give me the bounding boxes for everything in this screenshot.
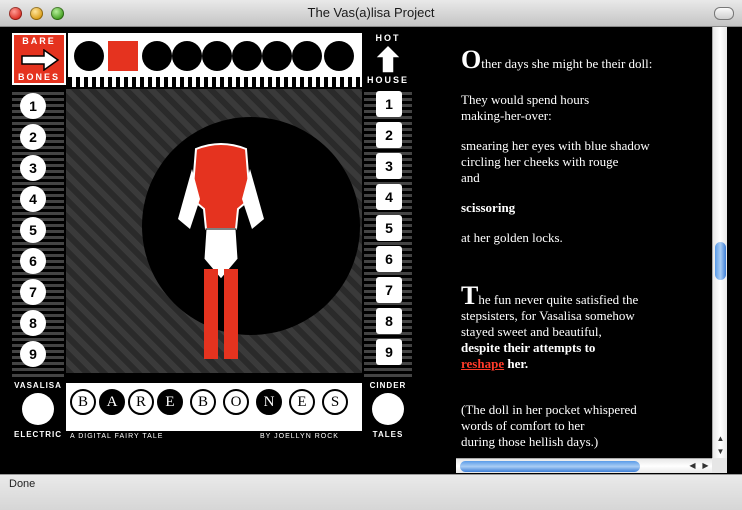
page-r3-button[interactable]: 3 (376, 153, 402, 179)
scroll-right-arrow-icon[interactable]: ▶ (699, 459, 712, 473)
horizontal-scrollbar[interactable]: ◀ ▶ (456, 458, 712, 473)
toolbar-toggle-button[interactable] (714, 7, 734, 20)
banner-letter-8: E (289, 389, 315, 415)
chapter-icon-6[interactable] (232, 41, 262, 71)
story-line-14: (The doll in her pocket whispered (461, 402, 637, 417)
story-panel: BARE BONES HOT HOUSE 1 2 3 4 5 6 7 8 9 1… (8, 29, 412, 459)
page-8-button[interactable]: 8 (20, 310, 46, 336)
chapter-icon-9[interactable] (324, 41, 354, 71)
tales-label: TALES (372, 430, 404, 439)
page-r4-button[interactable]: 4 (376, 184, 402, 210)
banner-letter-9: S (322, 389, 348, 415)
banner-letter-6: O (223, 389, 249, 415)
electric-label: ELECTRIC (14, 430, 62, 439)
right-arrow-icon (21, 49, 60, 71)
illustration (66, 89, 362, 373)
cinder-label: CINDER (369, 381, 407, 390)
bare-label: BARE (22, 36, 56, 46)
dropcap-t: T (461, 281, 479, 310)
story-line-13: her. (504, 356, 529, 371)
scroll-left-arrow-icon[interactable]: ◀ (686, 459, 699, 473)
story-line-6: and (461, 170, 480, 185)
story-line-16: during those hellish days.) (461, 434, 599, 449)
chapter-icon-1[interactable] (74, 41, 104, 71)
story-line-1: ther days she might be their doll: (481, 56, 653, 71)
ve-monogram-icon (22, 393, 54, 425)
page-5-button[interactable]: 5 (20, 217, 46, 243)
banner-letter-1: B (70, 389, 96, 415)
page-r8-button[interactable]: 8 (376, 308, 402, 334)
left-number-column: 1 2 3 4 5 6 7 8 9 (12, 89, 64, 379)
chapter-icon-5[interactable] (202, 41, 232, 71)
story-line-3: making-her-over: (461, 108, 552, 123)
bones-label: BONES (17, 72, 60, 82)
chapter-icon-strip (68, 33, 362, 87)
page-9-button[interactable]: 9 (20, 341, 46, 367)
page-3-button[interactable]: 3 (20, 155, 46, 181)
story-line-15: words of comfort to her (461, 418, 585, 433)
page-2-button[interactable]: 2 (20, 124, 46, 150)
horizontal-scroll-thumb[interactable] (460, 461, 640, 472)
up-arrow-icon (374, 44, 402, 74)
page-r7-button[interactable]: 7 (376, 277, 402, 303)
story-line-4: smearing her eyes with blue shadow (461, 138, 650, 153)
hot-label: HOT (375, 33, 401, 43)
status-bar: Done (0, 474, 742, 510)
hot-house-nav[interactable]: HOT HOUSE (364, 33, 412, 85)
banner-letter-4: E (157, 389, 183, 415)
strip-border (68, 77, 362, 87)
title-bar[interactable]: The Vas(a)lisa Project (0, 0, 742, 27)
story-line-11: stayed sweet and beautiful, (461, 324, 602, 339)
chapter-icon-7[interactable] (262, 41, 292, 71)
page-6-button[interactable]: 6 (20, 248, 46, 274)
vasalisa-label: VASALISA (14, 381, 62, 390)
story-line-7: scissoring (461, 200, 516, 215)
banner-letter-2: A (99, 389, 125, 415)
page-7-button[interactable]: 7 (20, 279, 46, 305)
subtitle: A DIGITAL FAIRY TALE (70, 433, 164, 440)
banner-letter-3: R (128, 389, 154, 415)
dropcap-o: O (461, 45, 482, 74)
window-title: The Vas(a)lisa Project (307, 5, 435, 20)
scroll-up-arrow-icon[interactable]: ▲ (713, 432, 728, 445)
page-1-button[interactable]: 1 (20, 93, 46, 119)
page-r5-button[interactable]: 5 (376, 215, 402, 241)
chapter-icon-4[interactable] (172, 41, 202, 71)
story-line-2: They would spend hours (461, 92, 590, 107)
reshape-link[interactable]: reshape (461, 356, 504, 371)
chapter-icon-8[interactable] (292, 41, 322, 71)
chapter-icon-3[interactable] (142, 41, 172, 71)
byline: BY JOELLYN ROCK (260, 433, 339, 440)
resize-corner[interactable] (712, 458, 727, 473)
story-line-12: despite their attempts to (461, 340, 596, 355)
right-number-column: 1 2 3 4 5 6 7 8 9 (364, 89, 412, 379)
ornament-icon (372, 393, 404, 425)
browser-window: The Vas(a)lisa Project BARE BONES HOT HO… (0, 0, 742, 510)
vertical-scroll-thumb[interactable] (715, 242, 726, 280)
story-text: Other days she might be their doll: They… (461, 30, 701, 450)
banner-letter-5: B (190, 389, 216, 415)
page-r1-button[interactable]: 1 (376, 91, 402, 117)
scroll-down-arrow-icon[interactable]: ▼ (713, 445, 728, 458)
bare-bones-nav[interactable]: BARE BONES (12, 33, 66, 85)
page-4-button[interactable]: 4 (20, 186, 46, 212)
page-r6-button[interactable]: 6 (376, 246, 402, 272)
banner-letter-7: N (256, 389, 282, 415)
cinder-tales-nav[interactable]: CINDER TALES (364, 381, 412, 445)
vasalisa-electric-nav[interactable]: VASALISA ELECTRIC (12, 381, 64, 445)
chapter-icon-2[interactable] (108, 41, 138, 71)
doll-figure-icon (178, 143, 264, 359)
story-line-9: he fun never quite satisfied the (478, 292, 639, 307)
bare-bones-banner: B A R E B O N E S (66, 383, 362, 431)
story-line-8: at her golden locks. (461, 230, 563, 245)
page-r2-button[interactable]: 2 (376, 122, 402, 148)
status-text: Done (9, 478, 36, 490)
story-line-5: circling her cheeks with rouge (461, 154, 619, 169)
vertical-scrollbar[interactable]: ▲ ▼ (712, 27, 727, 458)
house-label: HOUSE (366, 75, 409, 85)
page-r9-button[interactable]: 9 (376, 339, 402, 365)
story-line-10: stepsisters, for Vasalisa somehow (461, 308, 635, 323)
